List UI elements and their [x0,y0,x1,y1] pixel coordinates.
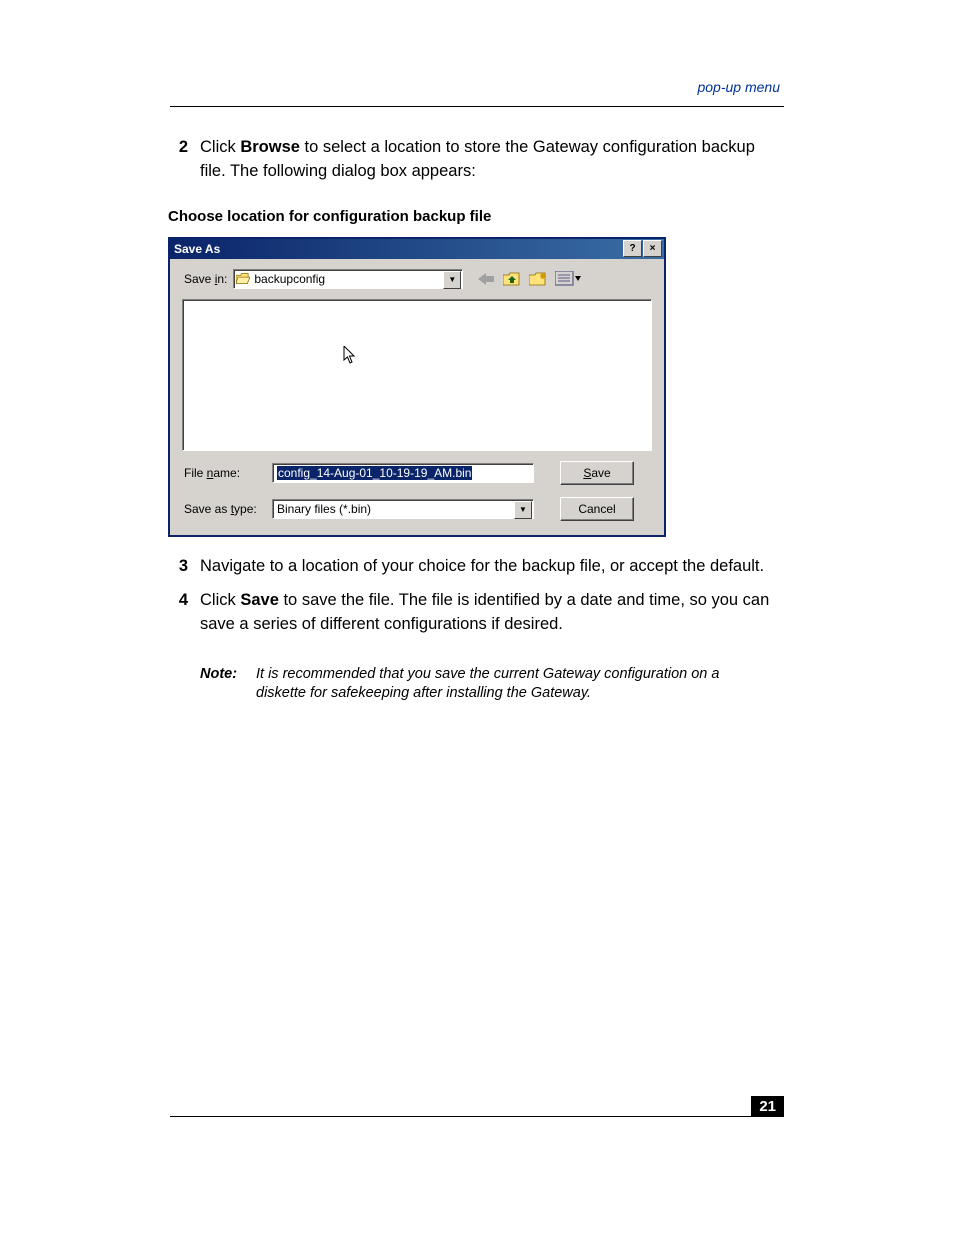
step-body: Navigate to a location of your choice fo… [200,555,784,579]
step-number: 3 [160,555,200,579]
note-block: Note: It is recommended that you save th… [200,665,784,704]
dialog-title: Save As [174,242,622,256]
view-menu-icon[interactable] [553,269,583,289]
dialog-titlebar: Save As ? × [170,239,664,259]
step-4-pre: Click [200,591,240,609]
filename-input[interactable]: config_14-Aug-01_10-19-19_AM.bin [272,463,534,483]
save-as-dialog: Save As ? × Save in: backupconfig ▼ [168,237,666,537]
help-button[interactable]: ? [623,240,642,257]
cancel-button[interactable]: Cancel [560,497,634,521]
step-2-pre: Click [200,138,240,156]
save-button[interactable]: Save [560,461,634,485]
saveastype-label: Save as type: [184,502,272,516]
note-body: It is recommended that you save the curr… [256,665,784,704]
bottom-rule [170,1116,784,1117]
file-list-area[interactable] [182,299,652,451]
up-one-level-icon[interactable] [501,269,523,289]
note-label: Note: [200,665,256,704]
step-3: 3 Navigate to a location of your choice … [160,555,784,579]
cursor-icon [343,346,359,366]
step-body: Click Save to save the file. The file is… [200,589,784,637]
savein-value: backupconfig [254,272,325,286]
filename-label: File name: [184,466,272,480]
step-2-bold: Browse [240,138,300,156]
dialog-toolbar: Save in: backupconfig ▼ [170,259,664,295]
header-breadcrumb: pop-up menu [697,79,780,95]
step-4: 4 Click Save to save the file. The file … [160,589,784,637]
back-icon[interactable] [475,269,497,289]
savein-label: Save in: [184,272,227,286]
close-button[interactable]: × [643,240,662,257]
figure-caption: Choose location for configuration backup… [168,208,784,225]
step-4-bold: Save [240,591,279,609]
top-rule [170,106,784,107]
page-number: 21 [751,1096,784,1117]
step-number: 2 [160,136,200,184]
step-body: Click Browse to select a location to sto… [200,136,784,184]
step-4-post: to save the file. The file is identified… [200,591,769,633]
savein-select[interactable]: backupconfig ▼ [233,269,463,289]
step-number: 4 [160,589,200,637]
saveastype-value: Binary files (*.bin) [277,502,371,516]
step-2: 2 Click Browse to select a location to s… [160,136,784,184]
type-dropdown-arrow[interactable]: ▼ [514,501,532,519]
new-folder-icon[interactable] [527,269,549,289]
saveastype-select[interactable]: Binary files (*.bin) ▼ [272,499,534,519]
savein-dropdown-arrow[interactable]: ▼ [443,271,461,289]
folder-open-icon [236,273,250,285]
filename-value: config_14-Aug-01_10-19-19_AM.bin [277,466,472,480]
